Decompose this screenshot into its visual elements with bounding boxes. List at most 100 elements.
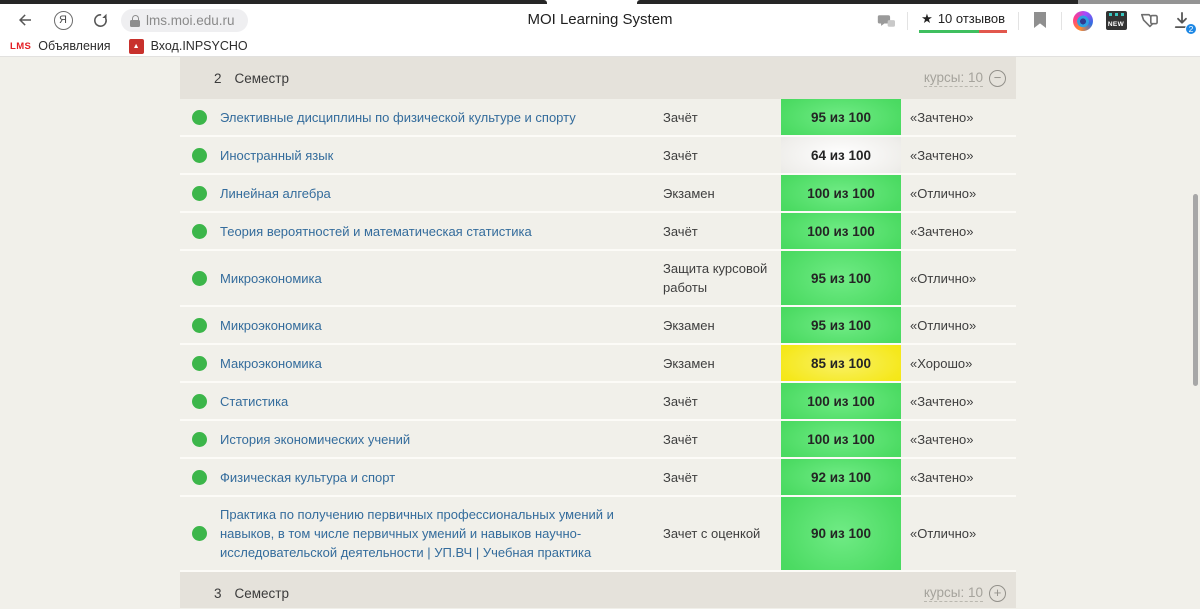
- collections-tags-icon[interactable]: [1137, 9, 1161, 33]
- control-type-cell: Зачёт: [663, 421, 781, 457]
- back-arrow-icon: [16, 11, 34, 29]
- url-text: lms.moi.edu.ru: [146, 13, 235, 28]
- browser-toolbar: Я lms.moi.edu.ru MOI Learning System: [0, 5, 1200, 36]
- control-type-cell: Зачёт: [663, 99, 781, 135]
- course-name-cell: Микроэкономика: [218, 251, 663, 305]
- tab-strip-segment: [637, 0, 1078, 4]
- course-status-cell: [180, 383, 218, 419]
- result-cell: «Хорошо»: [901, 345, 1016, 381]
- status-dot-icon: [192, 224, 207, 239]
- course-link[interactable]: Теория вероятностей и математическая ста…: [220, 222, 532, 241]
- tab-strip-segment: [0, 0, 547, 4]
- control-type-cell: Зачёт: [663, 459, 781, 495]
- address-bar[interactable]: lms.moi.edu.ru: [121, 9, 248, 32]
- scrollbar-thumb[interactable]: [1193, 194, 1198, 386]
- downloads-button[interactable]: 2: [1170, 9, 1194, 33]
- downloads-count-badge: 2: [1185, 23, 1197, 35]
- status-dot-icon: [192, 318, 207, 333]
- course-link[interactable]: Линейная алгебра: [220, 184, 331, 203]
- course-name-cell: Макроэкономика: [218, 345, 663, 381]
- control-type-cell: Экзамен: [663, 307, 781, 343]
- semester-title: Семестр: [235, 71, 290, 86]
- yandex-logo-icon: Я: [54, 11, 73, 30]
- reviews-button[interactable]: ★ 10 отзывов: [917, 9, 1009, 33]
- result-cell: «Зачтено»: [901, 459, 1016, 495]
- course-link[interactable]: Макроэкономика: [220, 354, 322, 373]
- course-status-cell: [180, 175, 218, 211]
- semester-number: 3: [214, 586, 222, 601]
- course-link[interactable]: Статистика: [220, 392, 288, 411]
- expand-semester-button[interactable]: +: [989, 585, 1006, 602]
- control-type-cell: Зачёт: [663, 137, 781, 173]
- control-type-cell: Зачёт: [663, 383, 781, 419]
- course-name-cell: Теория вероятностей и математическая ста…: [218, 213, 663, 249]
- course-status-cell: [180, 251, 218, 305]
- course-name-cell: Линейная алгебра: [218, 175, 663, 211]
- control-type-cell: Зачет с оценкой: [663, 497, 781, 570]
- course-link[interactable]: История экономических учений: [220, 430, 410, 449]
- star-icon: ★: [921, 11, 933, 27]
- yandex-home-button[interactable]: Я: [50, 7, 76, 33]
- browser-chrome: Я lms.moi.edu.ru MOI Learning System: [0, 0, 1200, 57]
- result-cell: «Отлично»: [901, 251, 1016, 305]
- chat-protect-icon[interactable]: [874, 9, 898, 33]
- reviews-rating-bar: [919, 30, 1007, 33]
- semester-2-header: 2 Семестр курсы: 10 −: [180, 57, 1016, 99]
- course-status-cell: [180, 421, 218, 457]
- collapse-semester-button[interactable]: −: [989, 70, 1006, 87]
- course-status-cell: [180, 345, 218, 381]
- course-link[interactable]: Практика по получению первичных професси…: [220, 505, 653, 562]
- score-box: 100 из 100: [781, 175, 901, 211]
- tab-title[interactable]: MOI Learning System: [300, 11, 900, 28]
- course-row: Иностранный язык Зачёт 64 из 100 «Зачтен…: [180, 137, 1016, 175]
- grades-panel: 2 Семестр курсы: 10 − Элективные дисципл…: [180, 57, 1016, 608]
- course-link[interactable]: Элективные дисциплины по физической куль…: [220, 108, 576, 127]
- score-box: 90 из 100: [781, 497, 901, 570]
- courses-count-link[interactable]: курсы: 10: [924, 70, 983, 87]
- extension-browser-icon[interactable]: [1071, 9, 1095, 33]
- course-status-cell: [180, 99, 218, 135]
- result-cell: «Зачтено»: [901, 213, 1016, 249]
- status-dot-icon: [192, 470, 207, 485]
- back-button[interactable]: [12, 7, 38, 33]
- result-cell: «Зачтено»: [901, 99, 1016, 135]
- course-name-cell: Практика по получению первичных професси…: [218, 497, 663, 570]
- semester-number: 2: [214, 71, 222, 86]
- course-name-cell: Иностранный язык: [218, 137, 663, 173]
- course-link[interactable]: Микроэкономика: [220, 269, 322, 288]
- bookmark-inpsycho[interactable]: ▲ Вход.INPSYCHO: [129, 39, 258, 54]
- status-dot-icon: [192, 186, 207, 201]
- course-link[interactable]: Иностранный язык: [220, 146, 333, 165]
- score-box: 95 из 100: [781, 99, 901, 135]
- status-dot-icon: [192, 394, 207, 409]
- semester-title: Семестр: [235, 586, 290, 601]
- course-name-cell: Статистика: [218, 383, 663, 419]
- divider: [1061, 12, 1062, 30]
- lms-logo-icon: LMS: [10, 41, 31, 52]
- bookmark-announcements[interactable]: LMS Объявления: [10, 39, 121, 53]
- course-status-cell: [180, 497, 218, 570]
- extension-new-icon[interactable]: NEW: [1104, 9, 1128, 33]
- course-row: Микроэкономика Экзамен 95 из 100 «Отличн…: [180, 307, 1016, 345]
- course-link[interactable]: Физическая культура и спорт: [220, 468, 395, 487]
- reload-button[interactable]: [87, 7, 113, 33]
- reload-icon: [92, 12, 109, 29]
- courses-count-link[interactable]: курсы: 10: [924, 585, 983, 602]
- semester-3-header: 3 Семестр курсы: 10 +: [180, 572, 1016, 608]
- status-dot-icon: [192, 148, 207, 163]
- status-dot-icon: [192, 356, 207, 371]
- score-box: 100 из 100: [781, 213, 901, 249]
- course-row: Практика по получению первичных професси…: [180, 497, 1016, 572]
- score-box: 100 из 100: [781, 383, 901, 419]
- course-row: Теория вероятностей и математическая ста…: [180, 213, 1016, 251]
- result-cell: «Зачтено»: [901, 383, 1016, 419]
- control-type-cell: Защита курсовой работы: [663, 251, 781, 305]
- bookmark-flag-icon[interactable]: [1028, 9, 1052, 33]
- status-dot-icon: [192, 432, 207, 447]
- course-link[interactable]: Микроэкономика: [220, 316, 322, 335]
- result-cell: «Зачтено»: [901, 421, 1016, 457]
- control-type-cell: Зачёт: [663, 213, 781, 249]
- score-box: 64 из 100: [781, 137, 901, 173]
- course-name-cell: История экономических учений: [218, 421, 663, 457]
- control-type-cell: Экзамен: [663, 175, 781, 211]
